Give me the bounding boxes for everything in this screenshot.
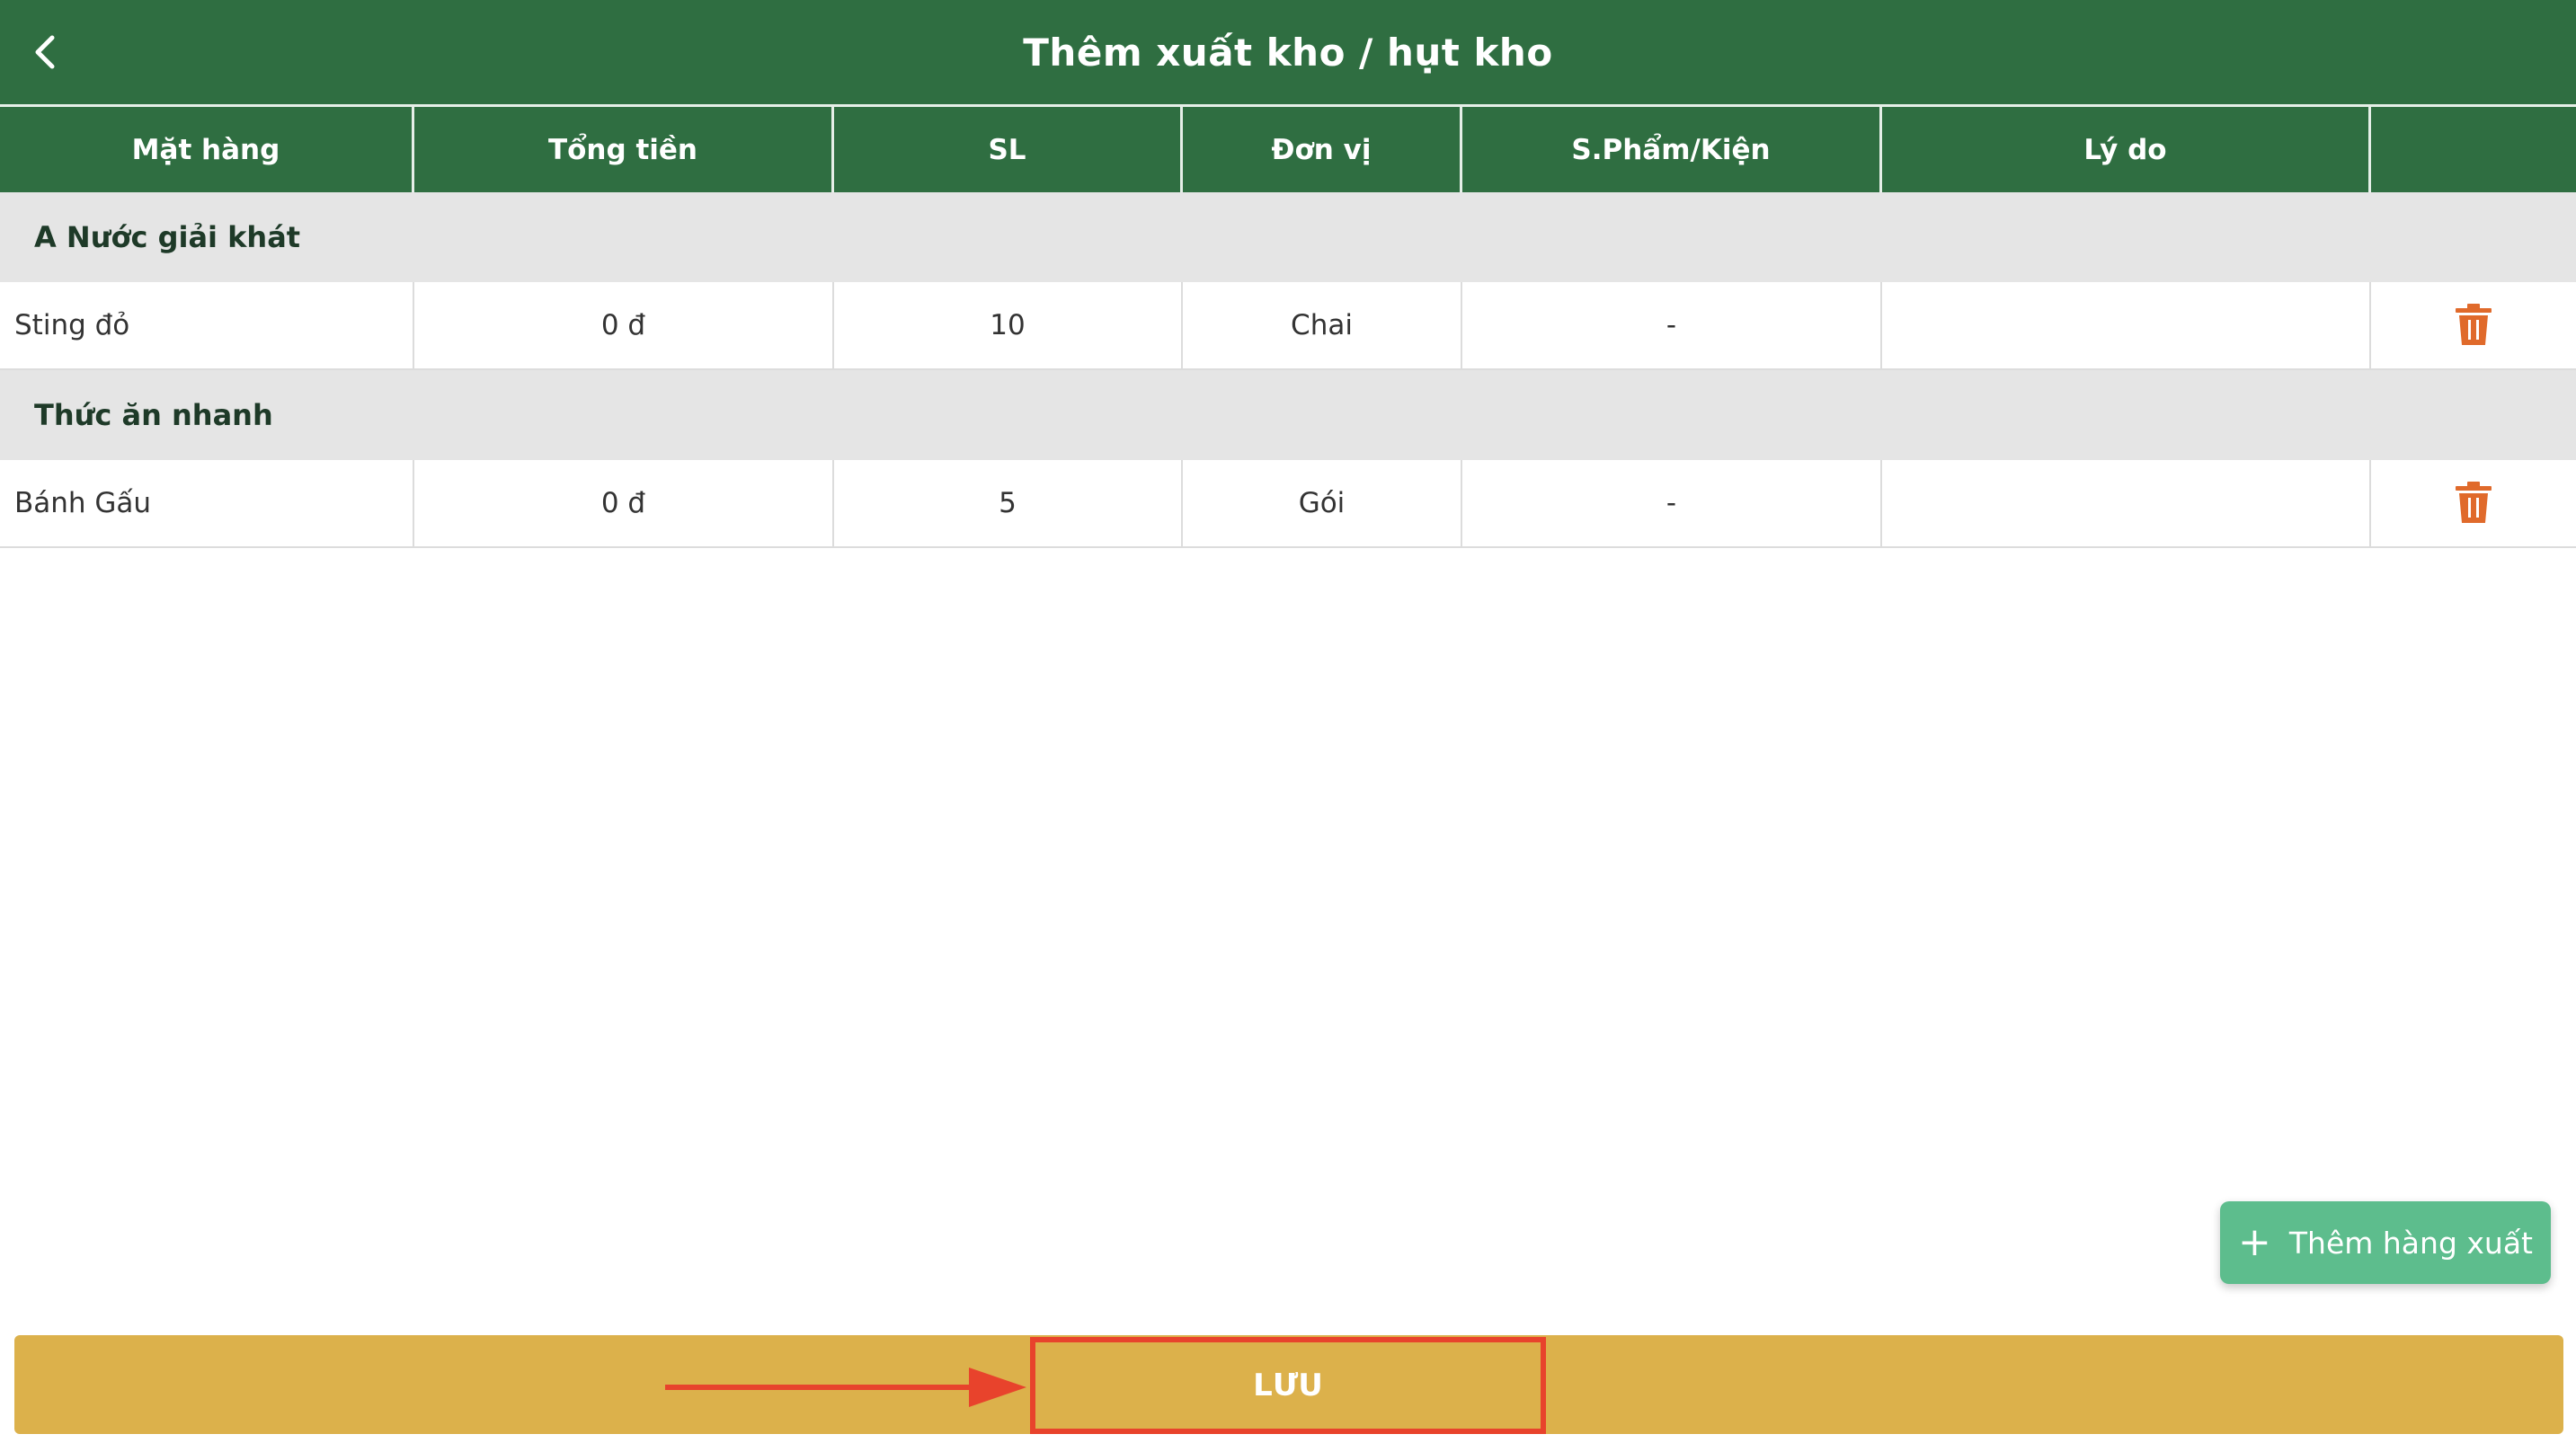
column-header-actions (2371, 107, 2576, 192)
add-export-item-label: Thêm hàng xuất (2288, 1225, 2533, 1261)
column-header-unit: Đơn vị (1183, 107, 1462, 192)
column-header-quantity: SL (834, 107, 1183, 192)
table-header: Mặt hàng Tổng tiền SL Đơn vị S.Phẩm/Kiện… (0, 104, 2576, 192)
arrow-annotation-icon (665, 1368, 1026, 1407)
cell-reason[interactable] (1882, 282, 2371, 368)
cell-unit[interactable]: Chai (1183, 282, 1462, 368)
cell-per-pack: - (1462, 282, 1882, 368)
trash-icon (2456, 304, 2492, 345)
delete-button[interactable] (2371, 282, 2576, 368)
group-row: A Nước giải khát (0, 192, 2576, 282)
cell-reason[interactable] (1882, 460, 2371, 546)
cell-per-pack: - (1462, 460, 1882, 546)
delete-button[interactable] (2371, 460, 2576, 546)
cell-quantity[interactable]: 5 (834, 460, 1183, 546)
trash-icon (2456, 482, 2492, 523)
table-body: A Nước giải khát Sting đỏ 0 đ 10 Chai - … (0, 192, 2576, 548)
cell-item: Sting đỏ (0, 282, 414, 368)
group-row: Thức ăn nhanh (0, 370, 2576, 460)
save-button[interactable]: LƯU (1030, 1337, 1546, 1434)
column-header-total: Tổng tiền (414, 107, 834, 192)
table-row[interactable]: Sting đỏ 0 đ 10 Chai - (0, 282, 2576, 370)
cell-total: 0 đ (414, 460, 834, 546)
table-row[interactable]: Bánh Gấu 0 đ 5 Gói - (0, 460, 2576, 548)
page-title: Thêm xuất kho / hụt kho (1023, 30, 1553, 75)
add-export-item-button[interactable]: + Thêm hàng xuất (2220, 1201, 2551, 1284)
app-header: Thêm xuất kho / hụt kho (0, 0, 2576, 104)
column-header-reason: Lý do (1882, 107, 2371, 192)
column-header-per-pack: S.Phẩm/Kiện (1462, 107, 1882, 192)
cell-quantity[interactable]: 10 (834, 282, 1183, 368)
cell-total: 0 đ (414, 282, 834, 368)
cell-unit[interactable]: Gói (1183, 460, 1462, 546)
plus-icon: + (2238, 1219, 2271, 1265)
cell-item: Bánh Gấu (0, 460, 414, 546)
column-header-item: Mặt hàng (0, 107, 414, 192)
